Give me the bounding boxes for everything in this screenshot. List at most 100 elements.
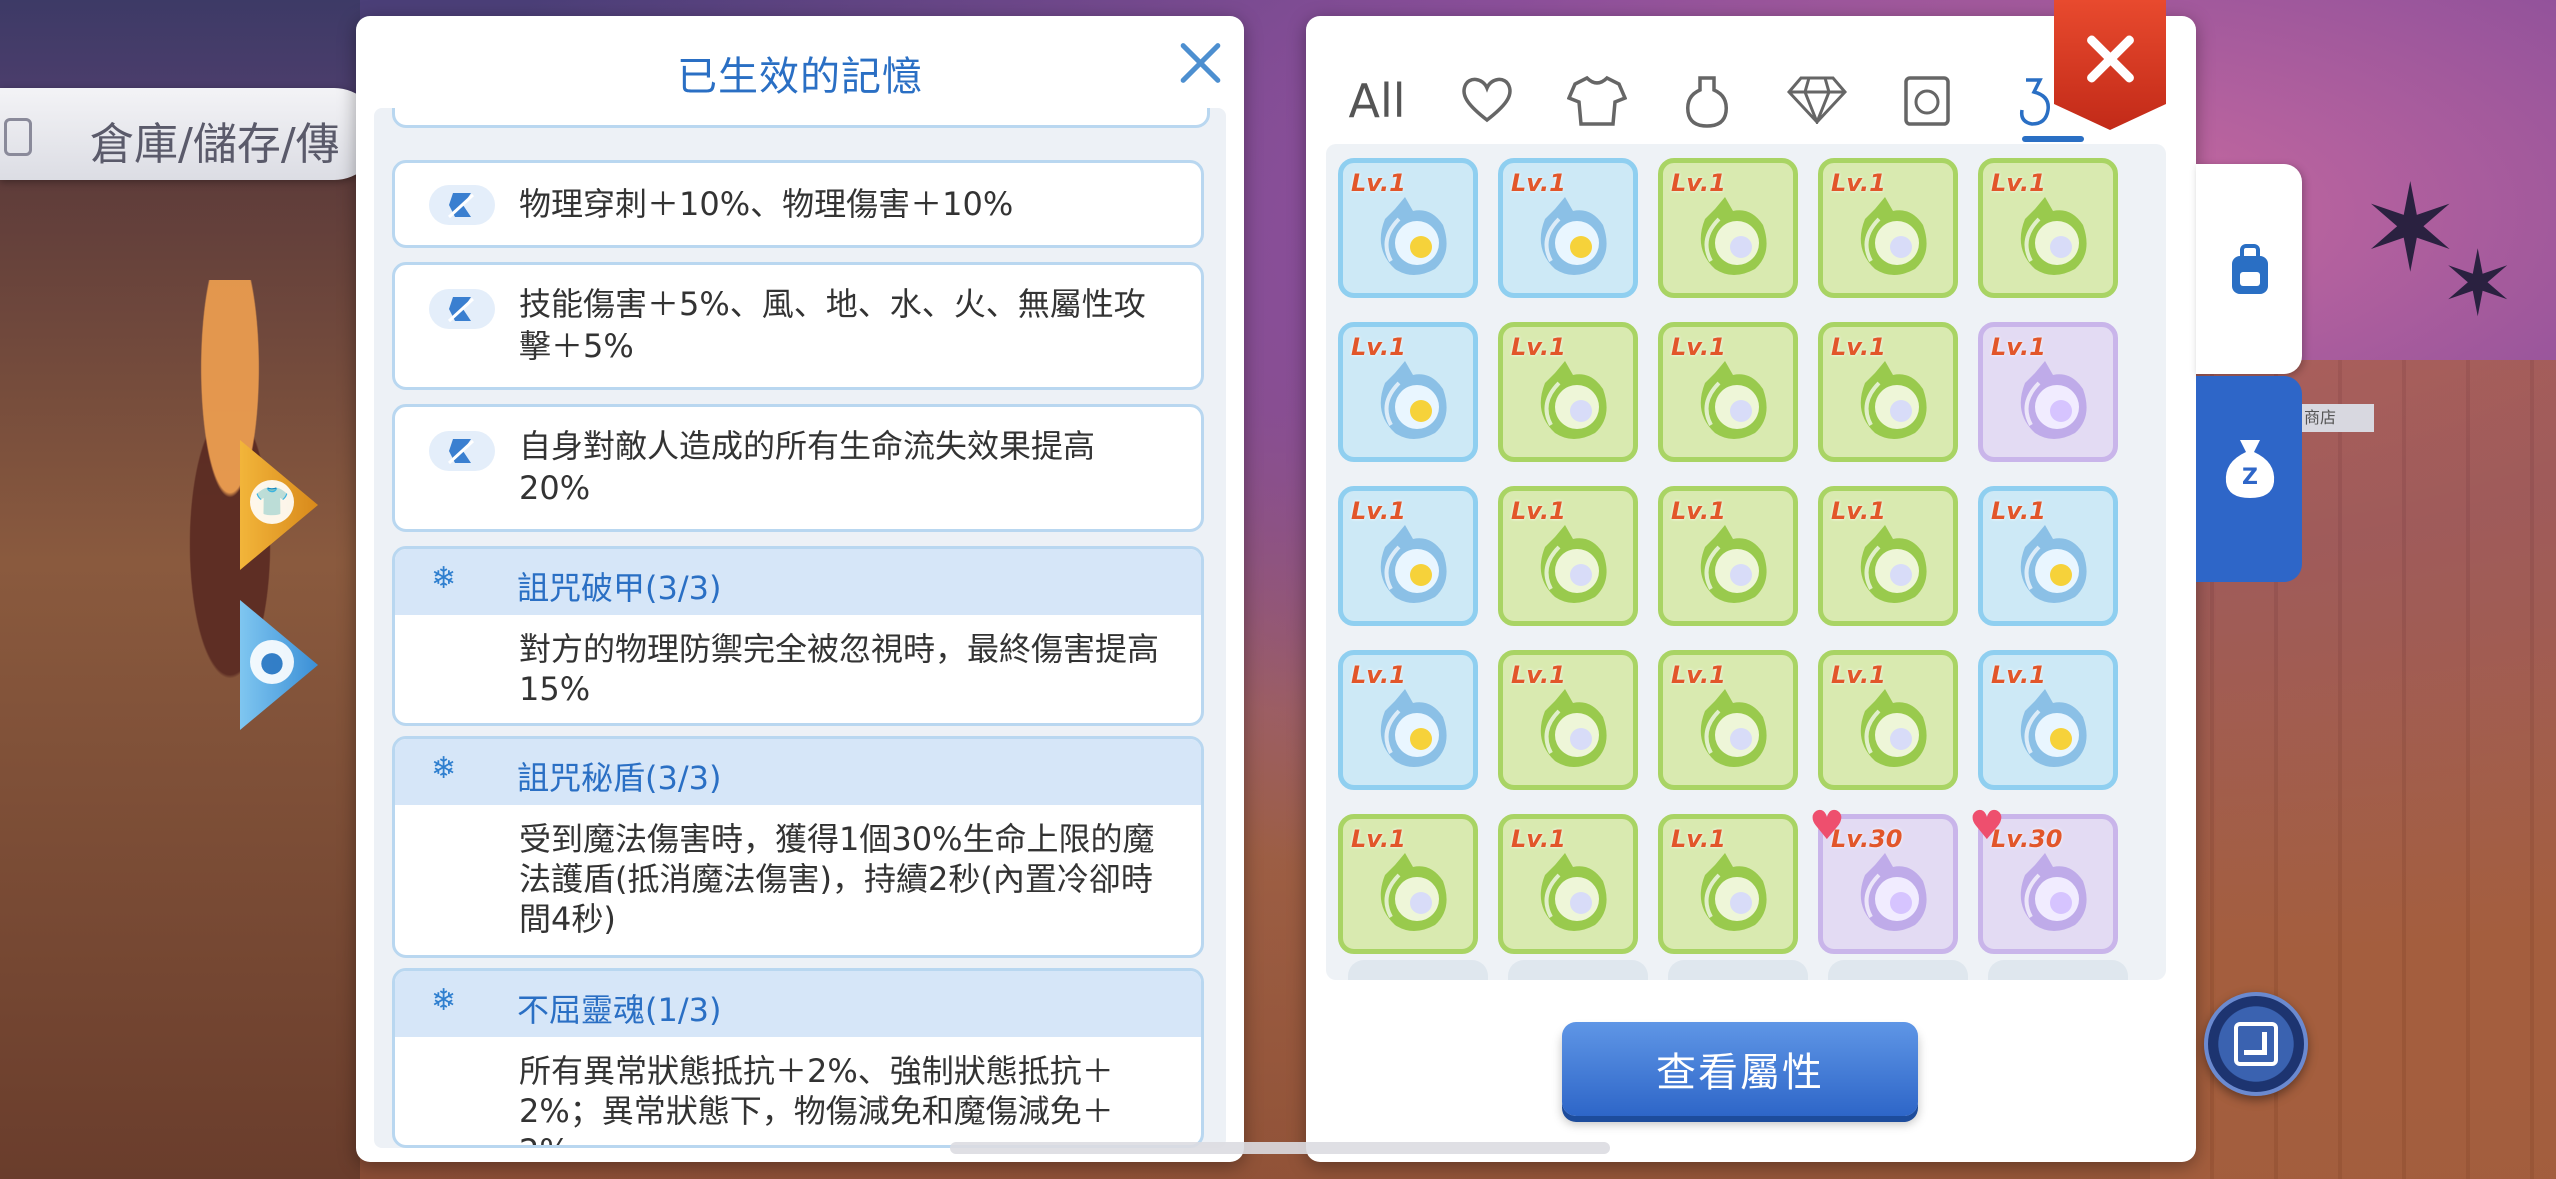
memory-gem-icon <box>1540 361 1607 439</box>
minimize-button[interactable] <box>2204 992 2308 1096</box>
memory-gem-icon <box>1540 197 1607 275</box>
inventory-slot[interactable]: Lv.1 <box>1498 158 1638 298</box>
tab-consumables[interactable] <box>1672 66 1742 136</box>
stat-row: 自身對敵人造成的所有生命流失效果提高20% <box>392 404 1204 532</box>
inventory-slot[interactable]: Lv.1 <box>1978 486 2118 626</box>
collapse-icon <box>2234 1022 2278 1066</box>
inventory-slot[interactable]: Lv.1 <box>1978 650 2118 790</box>
memory-gem-icon <box>1700 361 1767 439</box>
memory-effect-list[interactable]: 物理穿刺＋10%、物理傷害＋10% 技能傷害＋5%、風、地、水、火、無屬性攻擊＋… <box>374 108 1226 1148</box>
potion-icon <box>1686 76 1728 128</box>
favorite-heart-icon: ♥ <box>1969 803 2005 849</box>
item-level-label: Lv.1 <box>1831 497 1886 525</box>
active-memory-panel: 已生效的記憶 物理穿刺＋10%、物理傷害＋10% 技能傷害＋5%、風、地、水、火… <box>356 16 1244 1162</box>
backpack-icon <box>2232 244 2268 294</box>
memory-gem-icon <box>1540 853 1607 931</box>
inventory-slot[interactable]: Lv.1 <box>1818 650 1958 790</box>
inventory-slot[interactable]: Lv.30 ♥ <box>1969 803 2118 954</box>
inventory-slot[interactable]: Lv.1 <box>1818 486 1958 626</box>
set-bonus-card: ❄ 詛咒破甲(3/3) 對方的物理防禦完全被忽視時，最終傷害提高15% <box>392 546 1204 726</box>
stat-row: 物理穿刺＋10%、物理傷害＋10% <box>392 160 1204 248</box>
inventory-slot[interactable]: Lv.1 <box>1338 650 1478 790</box>
item-level-label: Lv.1 <box>1671 825 1726 853</box>
view-attributes-button[interactable]: 查看屬性 <box>1562 1022 1918 1116</box>
side-tab-zeny[interactable]: Z <box>2196 376 2302 582</box>
close-inventory-button[interactable] <box>2054 0 2166 130</box>
gem-icon <box>1786 76 1848 127</box>
memory-gem-icon <box>1700 689 1767 767</box>
svg-text:Z: Z <box>2242 465 2258 490</box>
stat-text: 物理穿刺＋10%、物理傷害＋10% <box>519 185 1014 223</box>
inventory-slot[interactable]: Lv.1 <box>1658 322 1798 462</box>
item-level-label: Lv.1 <box>1831 169 1886 197</box>
list-item-partial <box>392 108 1210 128</box>
memory-gem-icon <box>2020 853 2087 931</box>
inventory-slot[interactable]: Lv.1 <box>1658 814 1798 954</box>
side-tab-strip: Z <box>2196 164 2302 584</box>
tab-all[interactable]: All <box>1342 66 1412 136</box>
inventory-slot[interactable]: Lv.1 <box>1658 158 1798 298</box>
tab-gems[interactable] <box>1782 66 1852 136</box>
set-bonus-name: 詛咒破甲(3/3) <box>517 569 722 607</box>
breadcrumb-label: 倉庫/儲存/傳 <box>90 119 340 170</box>
item-level-label: Lv.1 <box>1351 661 1406 689</box>
tab-favorites[interactable] <box>1452 66 1522 136</box>
tab-equipment[interactable] <box>1562 66 1632 136</box>
memory-gem-icon <box>1860 525 1927 603</box>
inventory-slot[interactable]: Lv.1 <box>1498 650 1638 790</box>
set-bonus-desc: 所有異常狀態抵抗＋2%、強制狀態抵抗＋2%；異常狀態下，物傷減免和魔傷減免＋2% <box>519 1052 1114 1145</box>
memory-gem-icon <box>1540 689 1607 767</box>
favorite-heart-icon: ♥ <box>1809 803 1845 849</box>
inventory-slot[interactable]: Lv.30 ♥ <box>1809 803 1958 954</box>
armor-icon: 👕 <box>250 480 294 524</box>
item-level-label: Lv.1 <box>1671 661 1726 689</box>
stat-text: 自身對敵人造成的所有生命流失效果提高20% <box>519 427 1096 507</box>
inventory-slot[interactable]: Lv.1 <box>1338 486 1478 626</box>
inventory-slot[interactable]: Lv.1 <box>1338 322 1478 462</box>
inventory-slot[interactable]: Lv.1 <box>1498 814 1638 954</box>
inventory-slot[interactable]: Lv.1 <box>1498 322 1638 462</box>
item-level-label: Lv.1 <box>1511 825 1566 853</box>
memory-gem-icon <box>1380 525 1447 603</box>
item-level-label: Lv.1 <box>1351 333 1406 361</box>
snowflake-icon: ❄ <box>431 983 457 1018</box>
memory-gem-icon <box>1380 361 1447 439</box>
tab-cards[interactable] <box>1892 66 1962 136</box>
memory-gem-icon <box>1860 689 1927 767</box>
memory-gem-icon <box>1700 525 1767 603</box>
inventory-slot[interactable]: Lv.1 <box>1818 158 1958 298</box>
inventory-slot[interactable]: Lv.1 <box>1658 650 1798 790</box>
shop-sign: 商店 <box>2300 404 2374 432</box>
inventory-slot[interactable]: Lv.1 <box>1498 486 1638 626</box>
memory-gem-icon <box>1860 197 1927 275</box>
inventory-tabs: All <box>1346 46 2084 156</box>
item-level-label: Lv.1 <box>1351 497 1406 525</box>
inventory-slot[interactable]: Lv.1 <box>1978 322 2118 462</box>
memory-item-grid[interactable]: Lv.1 Lv.1 Lv.1 Lv.1 Lv.1 Lv.1 Lv.1 Lv.1 Lv.1 Lv.1… <box>1326 144 2166 980</box>
active-tab-indicator <box>2022 136 2084 142</box>
armor-icon <box>1566 75 1628 126</box>
close-panel-button[interactable] <box>1176 38 1224 86</box>
inventory-slot[interactable]: Lv.1 <box>1658 486 1798 626</box>
view-attributes-label: 查看屬性 <box>1656 1050 1824 1096</box>
memory-gem-icon <box>1380 853 1447 931</box>
set-bonus-header: ❄ 詛咒破甲(3/3) <box>395 549 1201 615</box>
set-bonus-header: ❄ 詛咒秘盾(3/3) <box>395 739 1201 805</box>
item-level-label: Lv.1 <box>1511 333 1566 361</box>
item-level-label: Lv.1 <box>1991 497 2046 525</box>
item-level-label: Lv.1 <box>1351 169 1406 197</box>
set-bonus-name: 不屈靈魂(1/3) <box>517 991 722 1029</box>
zeny-bag-icon: Z <box>2225 440 2275 498</box>
inventory-slot[interactable]: Lv.1 <box>1338 158 1478 298</box>
item-level-label: Lv.1 <box>1831 661 1886 689</box>
inventory-slot[interactable]: Lv.1 <box>1818 322 1958 462</box>
inventory-panel: All Lv.1 Lv.1 Lv.1 Lv.1 Lv.1 Lv.1 Lv.1 Lv.1 <box>1306 0 2196 1162</box>
panel-title: 已生效的記憶 <box>677 54 923 100</box>
memory-gem-icon <box>2020 197 2087 275</box>
palm-tree-icon: ✶ <box>2440 232 2516 337</box>
inventory-slot[interactable]: Lv.1 <box>1978 158 2118 298</box>
inventory-slot[interactable]: Lv.1 <box>1338 814 1478 954</box>
side-tab-backpack[interactable] <box>2196 164 2302 374</box>
memory-gem-icon <box>1700 197 1767 275</box>
item-level-label: Lv.1 <box>1511 661 1566 689</box>
